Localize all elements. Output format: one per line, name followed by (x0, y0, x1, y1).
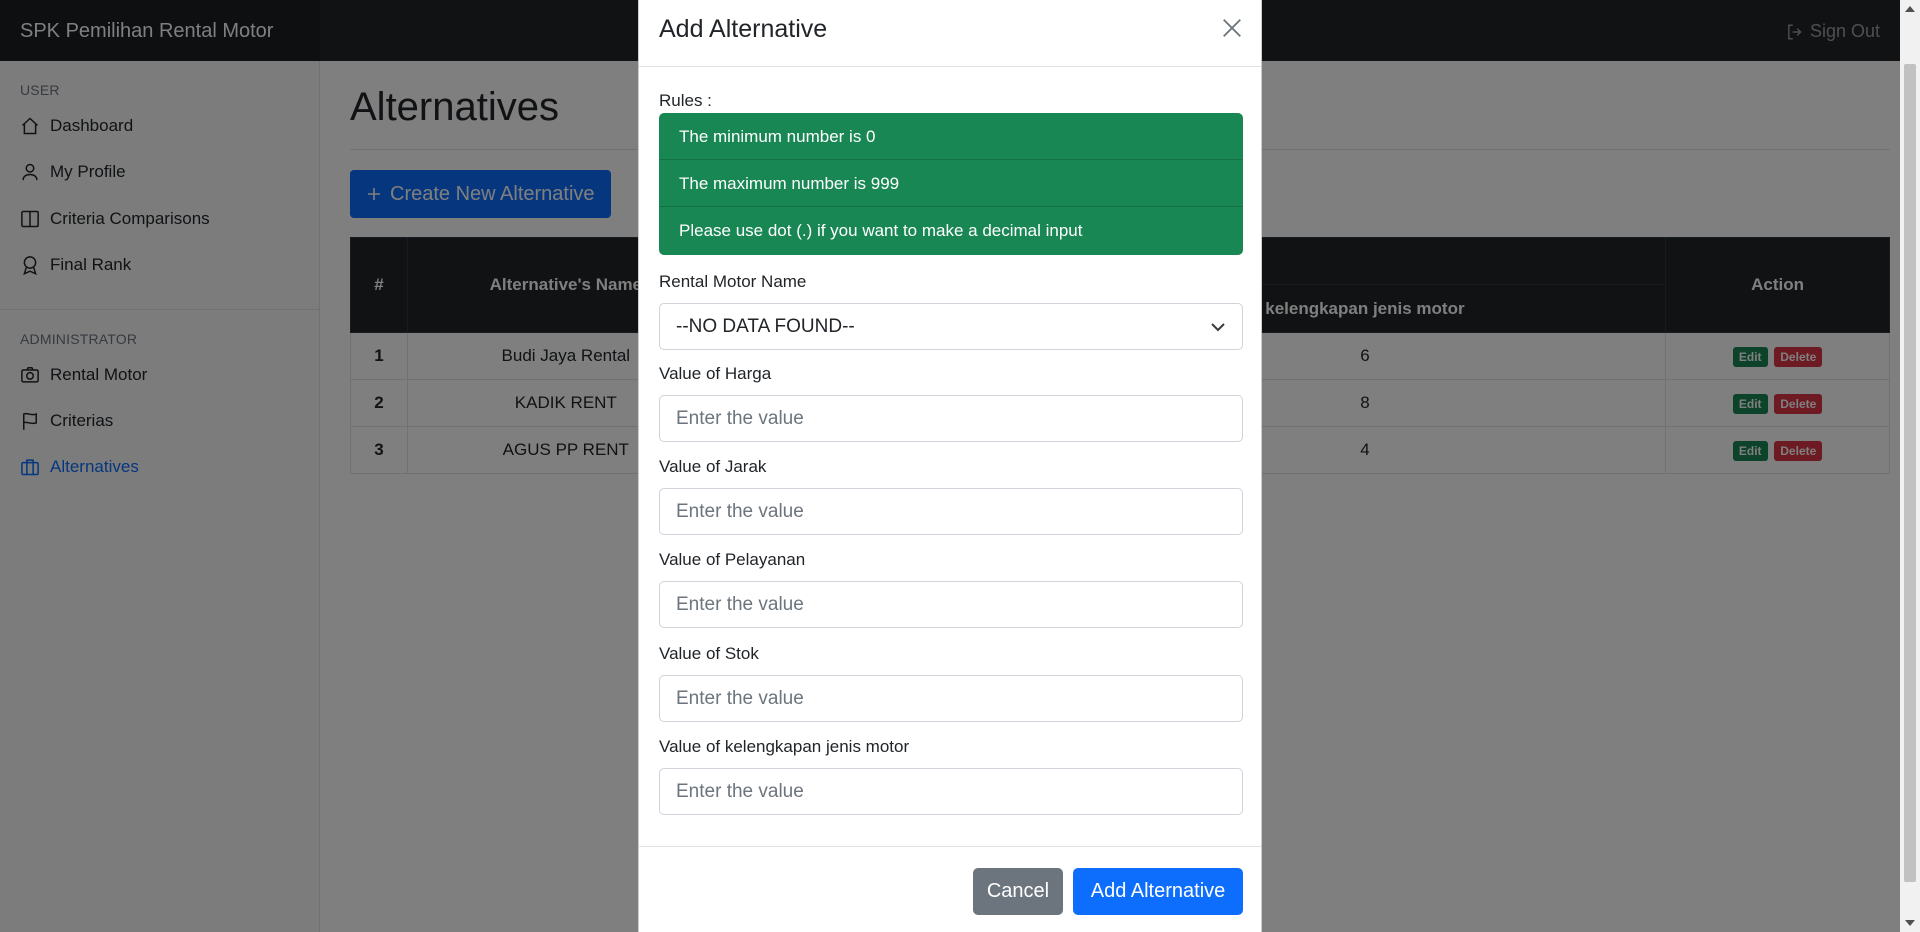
modal-footer: Cancel Add Alternative (639, 846, 1261, 932)
jarak-input[interactable] (659, 488, 1243, 535)
pelayanan-input[interactable] (659, 581, 1243, 628)
modal-header: Add Alternative (639, 0, 1261, 67)
harga-label: Value of Harga (659, 364, 772, 383)
close-icon (1223, 18, 1241, 37)
rental-motor-name-label: Rental Motor Name (659, 272, 807, 291)
rule-item: Please use dot (.) if you want to make a… (679, 221, 1083, 240)
scroll-thumb[interactable] (1904, 64, 1916, 882)
kelengkapan-jenis-motor-input[interactable] (659, 768, 1243, 815)
add-alternative-modal: Add Alternative Rules : The minimum numb… (638, 0, 1262, 932)
pelayanan-label: Value of Pelayanan (659, 550, 806, 569)
close-modal-button[interactable] (1219, 16, 1245, 42)
rule-item: The maximum number is 999 (659, 160, 1243, 207)
rules-label: Rules : (659, 91, 712, 110)
rules-list: The minimum number is 0 The maximum numb… (659, 113, 1243, 255)
stok-input[interactable] (659, 675, 1243, 722)
page-scrollbar[interactable] (1900, 0, 1920, 932)
rule-item: The minimum number is 0 (659, 113, 1243, 160)
cancel-button[interactable]: Cancel (973, 868, 1063, 915)
scroll-up-arrow[interactable] (1905, 6, 1915, 12)
harga-input[interactable] (659, 395, 1243, 442)
modal-title: Add Alternative (659, 15, 828, 43)
stok-label: Value of Stok (659, 644, 759, 663)
jarak-label: Value of Jarak (659, 457, 767, 476)
select-value: --NO DATA FOUND-- (676, 315, 855, 337)
chevron-down-icon (1211, 322, 1225, 331)
kelengkapan-jenis-motor-label: Value of kelengkapan jenis motor (659, 737, 910, 756)
rental-motor-name-select[interactable]: --NO DATA FOUND-- (659, 303, 1243, 350)
add-alternative-button[interactable]: Add Alternative (1073, 868, 1243, 915)
scroll-down-arrow[interactable] (1905, 920, 1915, 926)
